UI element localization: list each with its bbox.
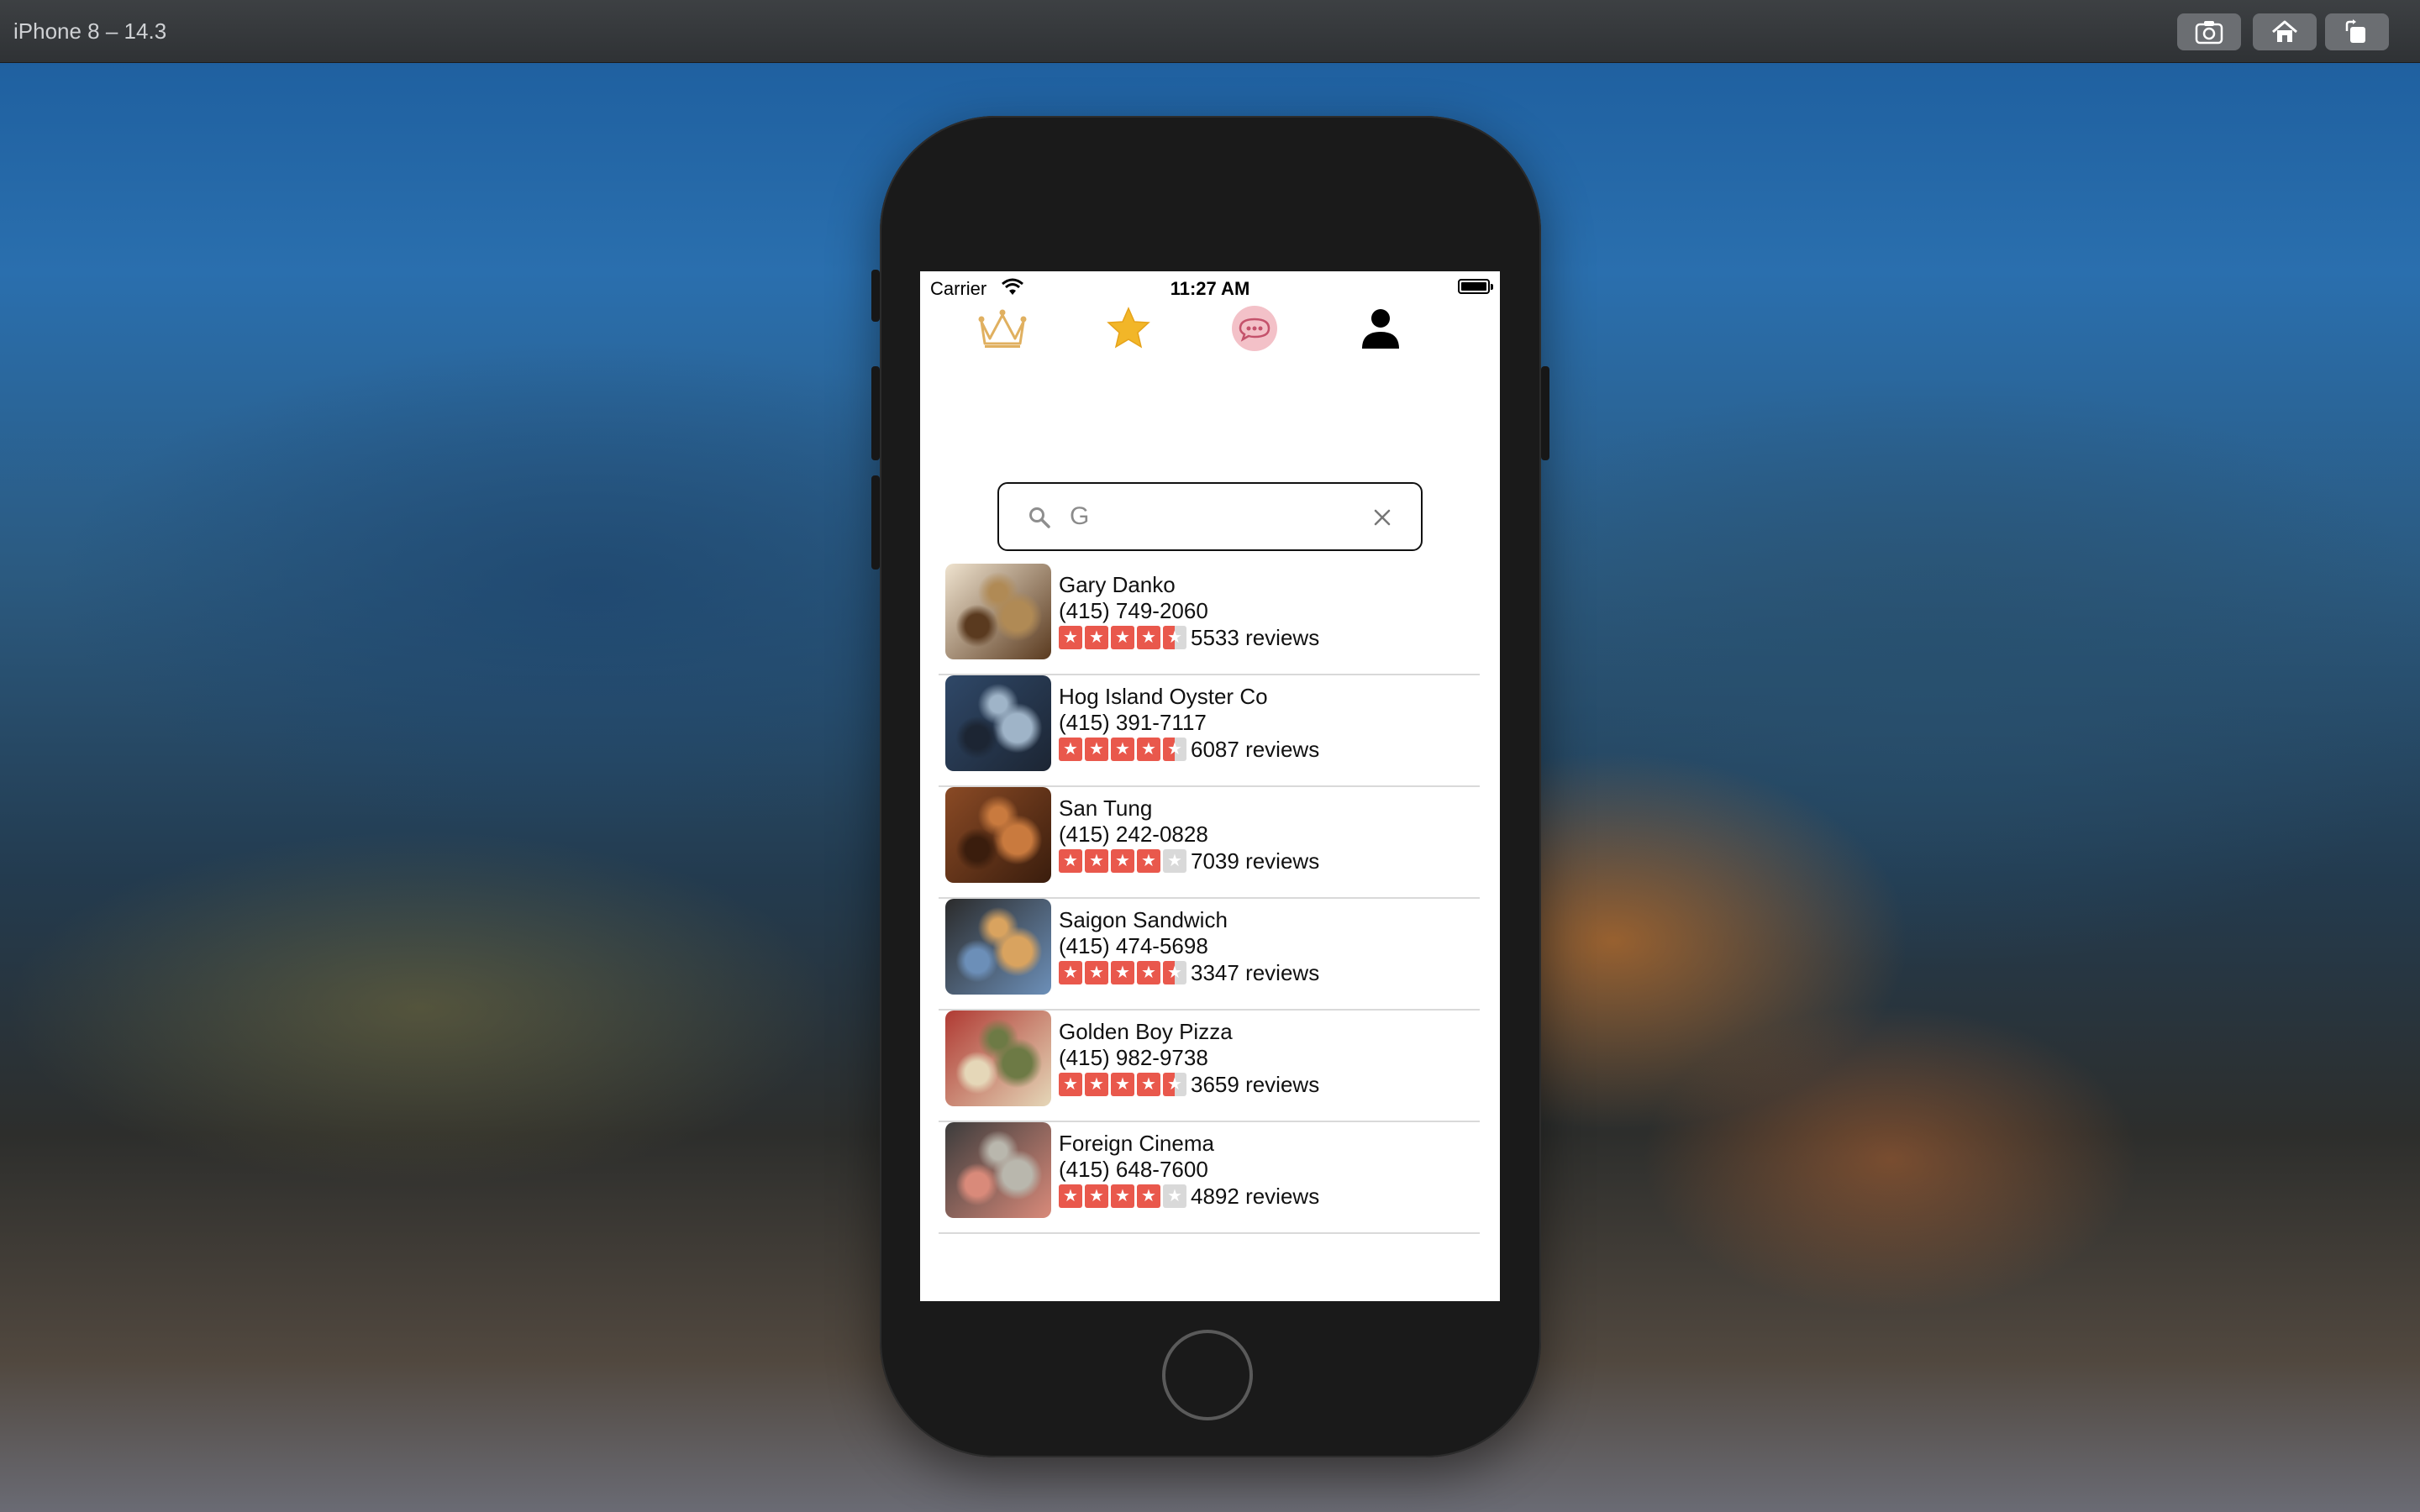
restaurant-photo	[945, 787, 1051, 883]
rating-star-icon: ★	[1059, 738, 1082, 761]
rating-star-icon: ★	[1163, 626, 1186, 649]
crown-icon	[978, 309, 1027, 348]
restaurant-row[interactable]: Saigon Sandwich (415) 474-5698 ★ ★ ★ ★ ★ 334…	[939, 899, 1480, 1011]
screenshot-icon	[2195, 21, 2223, 45]
simulator-title-bar: iPhone 8 – 14.3	[0, 0, 2420, 63]
tab-profile[interactable]	[1354, 302, 1407, 355]
rating-star-icon: ★	[1111, 738, 1134, 761]
tab-top[interactable]	[976, 302, 1029, 355]
status-bar: Carrier 11:27 AM	[920, 271, 1500, 305]
rating-star-icon: ★	[1111, 1073, 1134, 1096]
restaurant-phone: (415) 749-2060	[1059, 598, 1208, 623]
app-screen: Carrier 11:27 AM G Gary Danko (415) 749-…	[920, 271, 1500, 1301]
volume-up-button[interactable]	[871, 366, 880, 460]
rating-star-icon: ★	[1085, 1073, 1108, 1096]
iphone-device: Carrier 11:27 AM G Gary Danko (415) 749-…	[871, 116, 1549, 1457]
restaurant-name: Gary Danko	[1059, 572, 1176, 597]
rating-star-icon: ★	[1137, 738, 1160, 761]
rating-star-icon: ★	[1137, 626, 1160, 649]
rating-stars: ★ ★ ★ ★ ★	[1059, 961, 1186, 984]
rating-star-icon: ★	[1163, 1073, 1186, 1096]
person-icon	[1362, 309, 1399, 349]
home-icon	[2272, 20, 2297, 42]
rating-star-icon: ★	[1059, 1073, 1082, 1096]
status-time: 11:27 AM	[1170, 278, 1250, 299]
restaurant-phone: (415) 242-0828	[1059, 822, 1208, 847]
restaurant-name: Golden Boy Pizza	[1059, 1019, 1233, 1044]
review-count: 7039 reviews	[1191, 848, 1320, 874]
mute-switch[interactable]	[871, 270, 880, 322]
volume-down-button[interactable]	[871, 475, 880, 570]
restaurant-name: San Tung	[1059, 795, 1153, 821]
rating-star-icon: ★	[1137, 849, 1160, 873]
review-count: 5533 reviews	[1191, 625, 1320, 650]
restaurant-row[interactable]: Hog Island Oyster Co (415) 391-7117 ★ ★ ★ ★…	[939, 675, 1480, 787]
restaurant-row[interactable]: San Tung (415) 242-0828 ★ ★ ★ ★ ★ 7039 revie…	[939, 787, 1480, 899]
rating-stars: ★ ★ ★ ★ ★	[1059, 738, 1186, 761]
rating-star-icon: ★	[1137, 1184, 1160, 1208]
rating-star-icon: ★	[1111, 849, 1134, 873]
rotate-icon	[2345, 19, 2365, 43]
restaurant-row[interactable]: Gary Danko (415) 749-2060 ★ ★ ★ ★ ★ 5533 rev…	[939, 564, 1480, 675]
restaurant-phone: (415) 391-7117	[1059, 710, 1207, 735]
restaurant-list: Gary Danko (415) 749-2060 ★ ★ ★ ★ ★ 5533 rev…	[939, 564, 1480, 1234]
rating-star-icon: ★	[1111, 1184, 1134, 1208]
rating-stars: ★ ★ ★ ★ ★	[1059, 626, 1186, 649]
rating-stars: ★ ★ ★ ★ ★	[1059, 1073, 1186, 1096]
rating-star-icon: ★	[1163, 738, 1186, 761]
rating-star-icon: ★	[1137, 961, 1160, 984]
review-count: 3347 reviews	[1191, 960, 1320, 985]
restaurant-photo	[945, 899, 1051, 995]
search-icon	[1029, 507, 1050, 528]
tab-favorites[interactable]	[1102, 302, 1155, 355]
rating-star-icon: ★	[1085, 1184, 1108, 1208]
chat-bubble-icon	[1232, 306, 1277, 351]
rating-star-icon: ★	[1163, 849, 1186, 873]
restaurant-photo	[945, 564, 1051, 659]
rating-star-icon: ★	[1059, 1184, 1082, 1208]
rating-star-icon: ★	[1059, 961, 1082, 984]
rating-star-icon: ★	[1059, 626, 1082, 649]
rating-star-icon: ★	[1111, 961, 1134, 984]
rating-star-icon: ★	[1085, 961, 1108, 984]
rating-star-icon: ★	[1085, 626, 1108, 649]
restaurant-row[interactable]: Golden Boy Pizza (415) 982-9738 ★ ★ ★ ★ ★ 36…	[939, 1011, 1480, 1122]
restaurant-name: Foreign Cinema	[1059, 1131, 1214, 1156]
power-button[interactable]	[1541, 366, 1549, 460]
restaurant-name: Saigon Sandwich	[1059, 907, 1228, 932]
rating-star-icon: ★	[1163, 961, 1186, 984]
restaurant-name: Hog Island Oyster Co	[1059, 684, 1268, 709]
rating-star-icon: ★	[1059, 849, 1082, 873]
search-input[interactable]	[1070, 496, 1347, 538]
screenshot-button[interactable]	[2177, 13, 2241, 50]
rotate-button[interactable]	[2325, 13, 2389, 50]
restaurant-photo	[945, 1011, 1051, 1106]
review-count: 4892 reviews	[1191, 1184, 1320, 1209]
clear-search-icon[interactable]	[1372, 507, 1392, 528]
rating-stars: ★ ★ ★ ★ ★	[1059, 849, 1186, 873]
search-bar[interactable]	[997, 482, 1423, 551]
restaurant-phone: (415) 474-5698	[1059, 933, 1208, 958]
home-button[interactable]	[2253, 13, 2317, 50]
restaurant-photo	[945, 675, 1051, 771]
battery-icon	[1458, 279, 1493, 294]
restaurant-phone: (415) 648-7600	[1059, 1157, 1208, 1182]
rating-star-icon: ★	[1111, 626, 1134, 649]
rating-stars: ★ ★ ★ ★ ★	[1059, 1184, 1186, 1208]
tab-messages[interactable]	[1228, 302, 1281, 355]
rating-star-icon: ★	[1137, 1073, 1160, 1096]
rating-star-icon: ★	[1163, 1184, 1186, 1208]
restaurant-phone: (415) 982-9738	[1059, 1045, 1208, 1070]
review-count: 3659 reviews	[1191, 1072, 1320, 1097]
restaurant-row[interactable]: Foreign Cinema (415) 648-7600 ★ ★ ★ ★ ★ 4892…	[939, 1122, 1480, 1234]
review-count: 6087 reviews	[1191, 737, 1320, 762]
simulator-title: iPhone 8 – 14.3	[13, 18, 167, 44]
home-button-physical[interactable]	[1162, 1330, 1253, 1420]
restaurant-photo	[945, 1122, 1051, 1218]
star-icon	[1107, 307, 1150, 349]
rating-star-icon: ★	[1085, 849, 1108, 873]
rating-star-icon: ★	[1085, 738, 1108, 761]
